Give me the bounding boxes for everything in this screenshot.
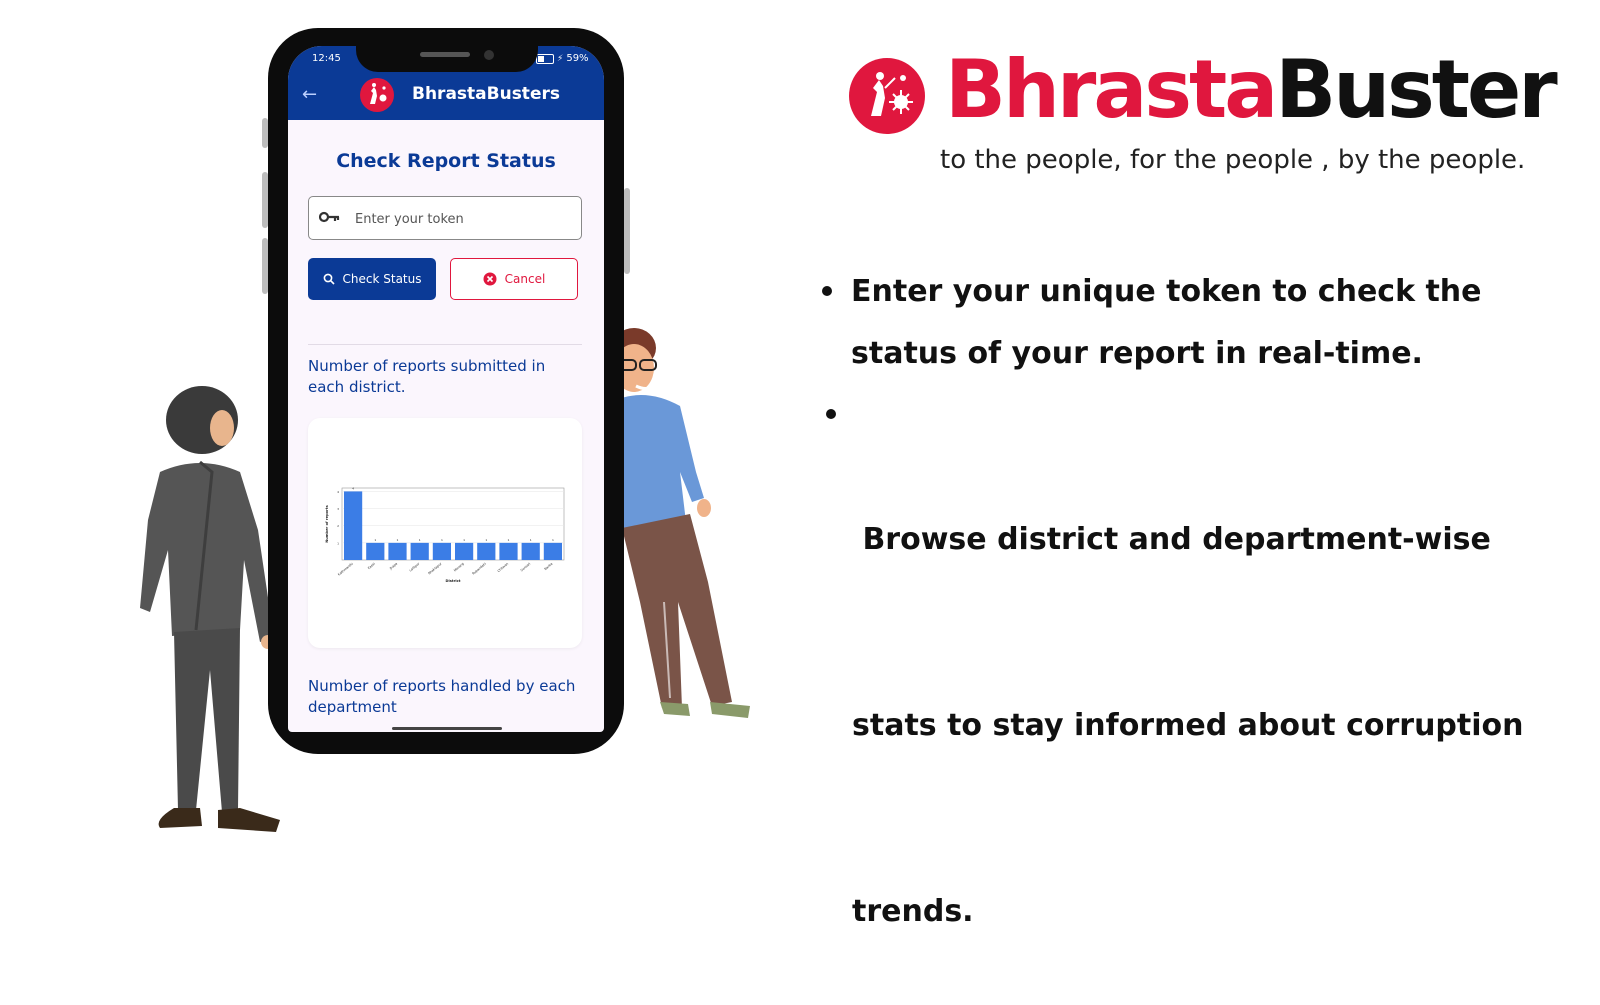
chart-bar (499, 542, 518, 560)
feature-2-line3: trends. (852, 894, 974, 929)
x-tick-label: Jhapa (388, 562, 398, 571)
app-title: BhrastaBusters (412, 84, 560, 104)
y-tick-label: 3 (337, 507, 339, 511)
brand-tagline: to the people, for the people , by the p… (940, 145, 1526, 175)
chart-bar (521, 542, 540, 560)
app-logo (360, 78, 394, 112)
district-chart-card: 1 2 3 4 4 Kathmandu 1 Kaski 1 Jhapa 1 Lalitpur 1 Bhak… (308, 418, 582, 648)
x-tick-label: Banke (543, 562, 553, 571)
brand-name-part1: Bhrasta (945, 43, 1278, 136)
x-tick-label: Bhaktapur (427, 561, 443, 575)
feature-2-line1: Browse district and department-wise (852, 522, 1491, 557)
phone-side-button (262, 118, 268, 148)
token-field[interactable] (308, 196, 582, 241)
phone-side-button (262, 172, 268, 228)
x-tick-label: Morang (453, 562, 465, 573)
justice-emblem-icon (871, 72, 913, 116)
status-battery: ⚡ 59% (536, 53, 589, 64)
key-icon (319, 211, 340, 223)
phone-side-button (262, 238, 268, 294)
chart-bar (454, 542, 474, 560)
district-chart-label: Number of reports submitted in each dist… (308, 357, 546, 396)
chart-bar (366, 542, 385, 560)
x-tick-label: Kaski (367, 562, 376, 571)
cancel-circle-icon (483, 272, 497, 286)
chart-bar (432, 542, 452, 560)
status-time: 12:45 (312, 53, 341, 64)
divider (308, 344, 582, 345)
phone-screen: 12:45 ⚡ 59% ← BhrastaBusters Check Repor… (288, 46, 604, 732)
chart-bar (343, 491, 363, 560)
y-tick-label: 1 (337, 541, 339, 545)
token-input[interactable] (353, 197, 577, 241)
check-status-label: Check Status (342, 272, 422, 286)
bullet-dot (822, 286, 832, 296)
phone-camera (484, 50, 494, 60)
bolt-icon: ⚡ (557, 53, 564, 64)
feature-2-line2: stats to stay informed about corruption (852, 708, 1524, 743)
home-indicator (392, 727, 502, 730)
chart-bar (477, 542, 496, 560)
search-icon (323, 273, 335, 285)
x-axis-title: District (446, 579, 461, 583)
x-tick-label: Chitwan (497, 562, 510, 573)
x-tick-label: Lalitpur (408, 561, 420, 572)
battery-percent: 59% (566, 53, 589, 64)
arrow-left-icon[interactable]: ← (302, 84, 317, 105)
chart-bar (543, 542, 563, 560)
y-tick-label: 2 (337, 524, 339, 528)
brand-name: BhrastaBuster (945, 40, 1558, 140)
feature-2: Browse district and department-wise stat… (852, 385, 1524, 1005)
chart-bar (410, 542, 429, 560)
casual-man-illustration (600, 328, 750, 718)
feature-1: Enter your unique token to check the sta… (851, 261, 1482, 385)
bar-value-label: 4 (352, 486, 354, 490)
bar-value-label: 1 (397, 538, 399, 542)
brand-name-part2: Buster (1275, 43, 1557, 136)
phone-power-button (624, 188, 630, 274)
cancel-label: Cancel (504, 272, 546, 286)
bar-value-label: 1 (552, 538, 554, 542)
check-report-title: Check Report Status (336, 150, 556, 172)
bullet-dot (826, 409, 836, 419)
y-tick-label: 4 (337, 490, 339, 494)
bar-value-label: 1 (374, 538, 376, 542)
x-tick-label: Rupandehi (471, 562, 487, 576)
bar-value-label: 1 (441, 538, 443, 542)
phone-speaker (420, 52, 470, 57)
bar-value-label: 1 (419, 538, 421, 542)
chart-bar (388, 542, 407, 560)
feature-1-line1: Enter your unique token to check the (851, 274, 1482, 309)
brand-logo (849, 58, 925, 134)
cancel-button[interactable]: Cancel (450, 258, 578, 300)
bar-value-label: 1 (508, 538, 510, 542)
battery-icon (536, 53, 554, 64)
district-bar-chart: 1 2 3 4 4 Kathmandu 1 Kaski 1 Jhapa 1 Lalitpur 1 Bhak… (325, 486, 565, 583)
bar-value-label: 1 (485, 538, 487, 542)
justice-emblem-icon (370, 83, 387, 104)
check-status-button[interactable]: Check Status (308, 258, 436, 300)
bar-value-label: 1 (463, 538, 465, 542)
x-tick-label: Kathmandu (337, 562, 354, 577)
feature-1-line2: status of your report in real-time. (851, 336, 1423, 371)
bar-value-label: 1 (530, 538, 532, 542)
department-chart-label: Number of reports handled by each depart… (308, 677, 576, 716)
y-axis-title: Number of reports (325, 505, 329, 543)
x-tick-label: Sunsari (520, 562, 532, 573)
